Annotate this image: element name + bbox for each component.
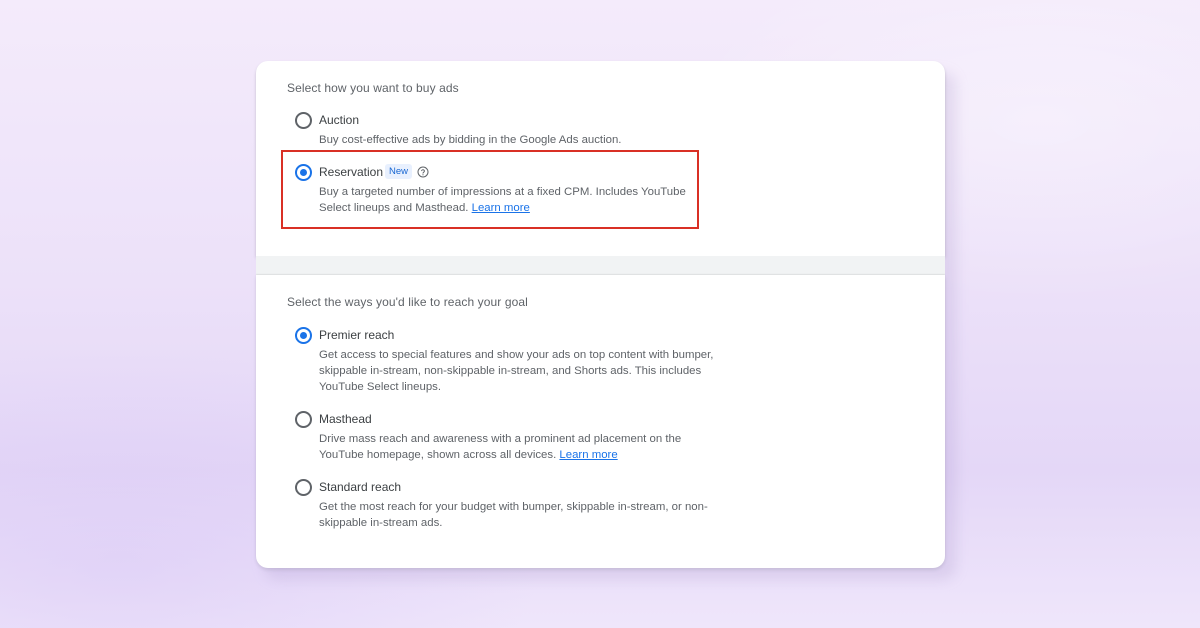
masthead-description-line1: Drive mass reach and awareness with a pr… <box>319 433 682 445</box>
masthead-description-line2: YouTube homepage, shown across all devic… <box>319 447 719 463</box>
auction-radio[interactable] <box>295 112 312 129</box>
premier-reach-description: Get access to special features and show … <box>319 347 719 395</box>
reach-section-title: Select the ways you'd like to reach your… <box>287 295 528 309</box>
standard-reach-description-line: skippable in-stream ads. <box>319 517 443 529</box>
premier-reach-description-line: Get access to special features and show … <box>319 349 714 361</box>
premier-reach-radio[interactable] <box>295 327 312 344</box>
new-badge: New <box>385 164 413 179</box>
masthead-label[interactable]: Masthead <box>319 411 372 427</box>
standard-reach-description: Get the most reach for your budget with … <box>319 499 719 531</box>
premier-reach-label[interactable]: Premier reach <box>319 327 394 343</box>
help-circle-icon[interactable] <box>417 166 429 178</box>
masthead-radio[interactable] <box>295 411 312 428</box>
standard-reach-label[interactable]: Standard reach <box>319 479 401 495</box>
auction-description: Buy cost-effective ads by bidding in the… <box>319 134 622 146</box>
reservation-description-line1: Buy a targeted number of impressions at … <box>319 186 686 198</box>
premier-reach-description-line: YouTube Select lineups. <box>319 381 442 393</box>
buy-method-panel: Select how you want to buy ads Auction B… <box>256 61 945 256</box>
reservation-description-text: Select lineups and Masthead. <box>319 202 469 214</box>
masthead-description-text: YouTube homepage, shown across all devic… <box>319 449 557 461</box>
reach-panel: Select the ways you'd like to reach your… <box>256 275 945 568</box>
panel-divider <box>256 256 945 275</box>
buy-section-title: Select how you want to buy ads <box>287 81 459 95</box>
reservation-radio[interactable] <box>295 164 312 181</box>
masthead-learn-more-link[interactable]: Learn more <box>559 449 617 461</box>
reservation-description: Buy a targeted number of impressions at … <box>319 184 719 216</box>
standard-reach-description-line: Get the most reach for your budget with … <box>319 501 708 513</box>
premier-reach-description-line: skippable in-stream, non-skippable in-st… <box>319 365 702 377</box>
auction-label[interactable]: Auction <box>319 112 359 128</box>
standard-reach-radio[interactable] <box>295 479 312 496</box>
reservation-label[interactable]: Reservation <box>319 164 383 180</box>
reservation-learn-more-link[interactable]: Learn more <box>472 202 530 214</box>
reservation-description-line2: Select lineups and Masthead. Learn more <box>319 200 719 216</box>
masthead-description: Drive mass reach and awareness with a pr… <box>319 431 719 463</box>
